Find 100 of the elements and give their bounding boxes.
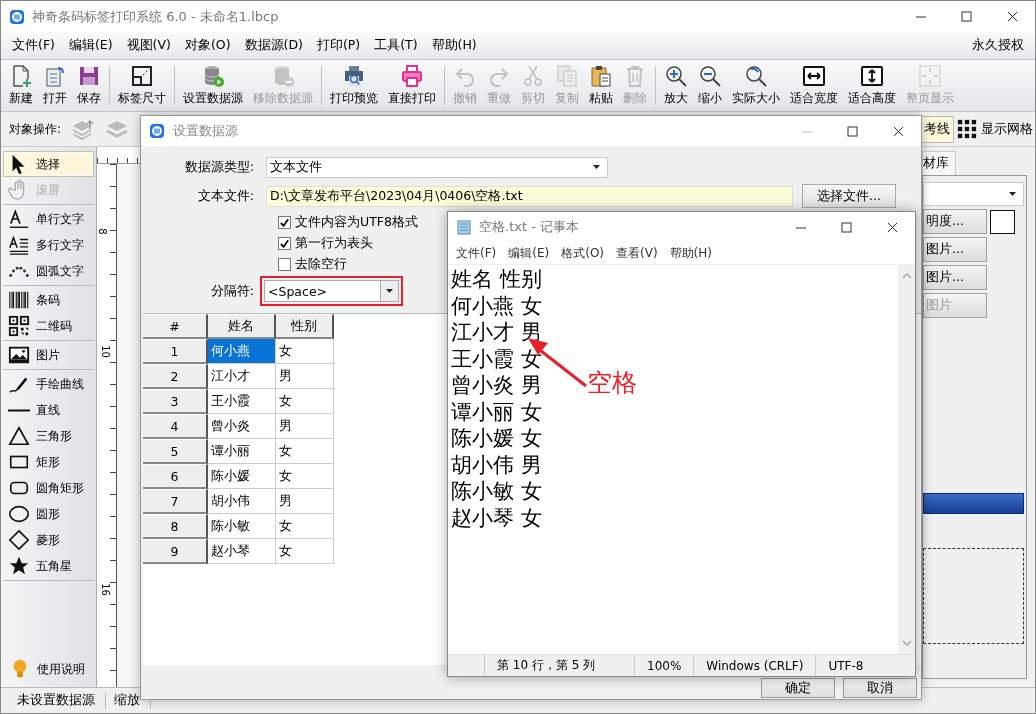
row-header[interactable]: 9 [143, 539, 208, 564]
file-path-field[interactable]: D:\文章发布平台\2023\04月\0406\空格.txt [266, 185, 793, 207]
magnifier-icon [744, 64, 768, 88]
status-text: UTF-8 [815, 655, 876, 676]
table-cell[interactable]: 女 [276, 539, 334, 564]
triangle-icon [8, 425, 30, 447]
table-cell[interactable]: 何小燕 [208, 339, 276, 364]
tool-item[interactable]: 手绘曲线 [3, 371, 94, 397]
menu-item[interactable]: 查看(V) [610, 244, 664, 262]
grid-button[interactable]: 显示网格 [957, 119, 1033, 139]
tool-item[interactable]: 条码 [3, 287, 94, 313]
toolbar-button[interactable]: 放大 [659, 60, 693, 111]
table-cell[interactable]: 陈小敏 [208, 514, 276, 539]
table-cell[interactable]: 谭小丽 [208, 439, 276, 464]
checkbox-label: 第一行为表头 [295, 235, 373, 252]
table-cell[interactable]: 曾小炎 [208, 414, 276, 439]
menu-item[interactable]: 帮助(H) [663, 244, 718, 262]
menu-item[interactable]: 格式(O) [555, 244, 611, 262]
toolbar-button[interactable]: 粘贴 [584, 60, 618, 111]
row-header[interactable]: 8 [143, 514, 208, 539]
row-header[interactable]: 3 [143, 389, 208, 414]
table-cell[interactable]: 女 [276, 514, 334, 539]
toolbar-button[interactable]: 设置数据源 [178, 60, 248, 111]
guides-button[interactable]: 考线 [920, 115, 954, 143]
printer-icon [400, 64, 424, 88]
checkbox[interactable] [278, 258, 291, 271]
toolbar-button[interactable]: 实际大小 [727, 60, 785, 111]
table-cell[interactable]: 江小才 [208, 364, 276, 389]
menu-item[interactable]: 视图(V) [119, 37, 178, 54]
scrollbar[interactable] [898, 265, 915, 654]
table-cell[interactable]: 女 [276, 339, 334, 364]
table-cell[interactable]: 男 [276, 489, 334, 514]
toolbar-button[interactable]: 适合高度 [843, 60, 901, 111]
menu-item[interactable]: 文件(F) [5, 37, 62, 54]
panel-button[interactable]: 图片... [923, 237, 987, 262]
barcode-icon [8, 289, 30, 311]
row-header[interactable]: 5 [143, 439, 208, 464]
panel-button[interactable]: 图片... [923, 265, 987, 290]
menu-item[interactable]: 数据源(D) [237, 37, 310, 54]
panel-button[interactable]: 明度... [923, 209, 987, 234]
tool-item[interactable]: 三角形 [3, 423, 94, 449]
table-cell[interactable]: 王小霞 [208, 389, 276, 414]
menu-item[interactable]: 对象(O) [177, 37, 238, 54]
table-cell[interactable]: 陈小媛 [208, 464, 276, 489]
dialog-button[interactable]: 取消 [843, 678, 917, 698]
tool-item[interactable]: 单行文字 [3, 206, 94, 232]
row-header[interactable]: 1 [143, 339, 208, 364]
color-swatch[interactable] [990, 209, 1015, 234]
toolbar-button[interactable]: 打印预览 [325, 60, 383, 111]
tool-item[interactable]: 圆角矩形 [3, 475, 94, 501]
annotation-label: 空格 [587, 367, 637, 399]
tool-item[interactable]: 圆弧文字 [3, 258, 94, 284]
table-cell[interactable]: 男 [276, 414, 334, 439]
tool-item[interactable]: 图片 [3, 342, 94, 368]
table-cell[interactable]: 女 [276, 464, 334, 489]
tool-item[interactable]: 多行文字 [3, 232, 94, 258]
menu-item[interactable]: 编辑(E) [61, 37, 120, 54]
toolbar-button[interactable]: 缩小 [693, 60, 727, 111]
help-button[interactable]: 使用说明 [3, 654, 94, 684]
row-header[interactable]: 4 [143, 414, 208, 439]
table-cell[interactable]: 女 [276, 389, 334, 414]
object-ops-label: 对象操作: [9, 120, 62, 138]
diamond-icon [8, 529, 30, 551]
menu-item[interactable]: 帮助(H) [424, 37, 484, 54]
table-cell[interactable]: 女 [276, 439, 334, 464]
checkbox[interactable] [278, 216, 291, 229]
toolbar-button[interactable]: 保存 [72, 60, 106, 111]
tool-item[interactable]: 圆形 [3, 501, 94, 527]
panel-tab[interactable]: 材库 [922, 151, 956, 175]
tool-item[interactable]: 矩形 [3, 449, 94, 475]
toolbar-button[interactable]: 打开 [38, 60, 72, 111]
separator-dropdown[interactable]: <Space> [264, 280, 399, 302]
tool-item[interactable]: 二维码 [3, 313, 94, 339]
table-cell[interactable]: 胡小伟 [208, 489, 276, 514]
toolbar-button[interactable]: 新建 [4, 60, 38, 111]
menu-item[interactable]: 工具(T) [367, 37, 425, 54]
tool-item[interactable]: 菱形 [3, 527, 94, 553]
tool-item[interactable]: 直线 [3, 397, 94, 423]
circle-icon [8, 503, 30, 525]
clipboard-icon [589, 64, 613, 88]
table-cell[interactable]: 男 [276, 364, 334, 389]
menu-item[interactable]: 打印(P) [309, 37, 368, 54]
check-icon [279, 237, 290, 250]
toolbar-button[interactable]: 标签尺寸 [113, 60, 171, 111]
checkbox[interactable] [278, 237, 291, 250]
type-dropdown[interactable]: 文本文件 [266, 156, 608, 178]
row-header[interactable]: 7 [143, 489, 208, 514]
tool-item[interactable]: 五角星 [3, 553, 94, 579]
tool-item[interactable]: 选择 [3, 151, 94, 177]
toolbar-button[interactable]: 直接打印 [383, 60, 441, 111]
row-header[interactable]: 6 [143, 464, 208, 489]
table-cell[interactable]: 赵小琴 [208, 539, 276, 564]
toolbar-button[interactable]: 适合宽度 [785, 60, 843, 111]
license-label[interactable]: 永久授权 [965, 37, 1031, 54]
status-text: Windows (CRLF) [693, 655, 816, 676]
dialog-button[interactable]: 确定 [761, 678, 835, 698]
choose-file-button[interactable]: 选择文件... [802, 184, 896, 208]
menu-item[interactable]: 编辑(E) [502, 244, 556, 262]
menu-item[interactable]: 文件(F) [450, 244, 503, 262]
row-header[interactable]: 2 [143, 364, 208, 389]
